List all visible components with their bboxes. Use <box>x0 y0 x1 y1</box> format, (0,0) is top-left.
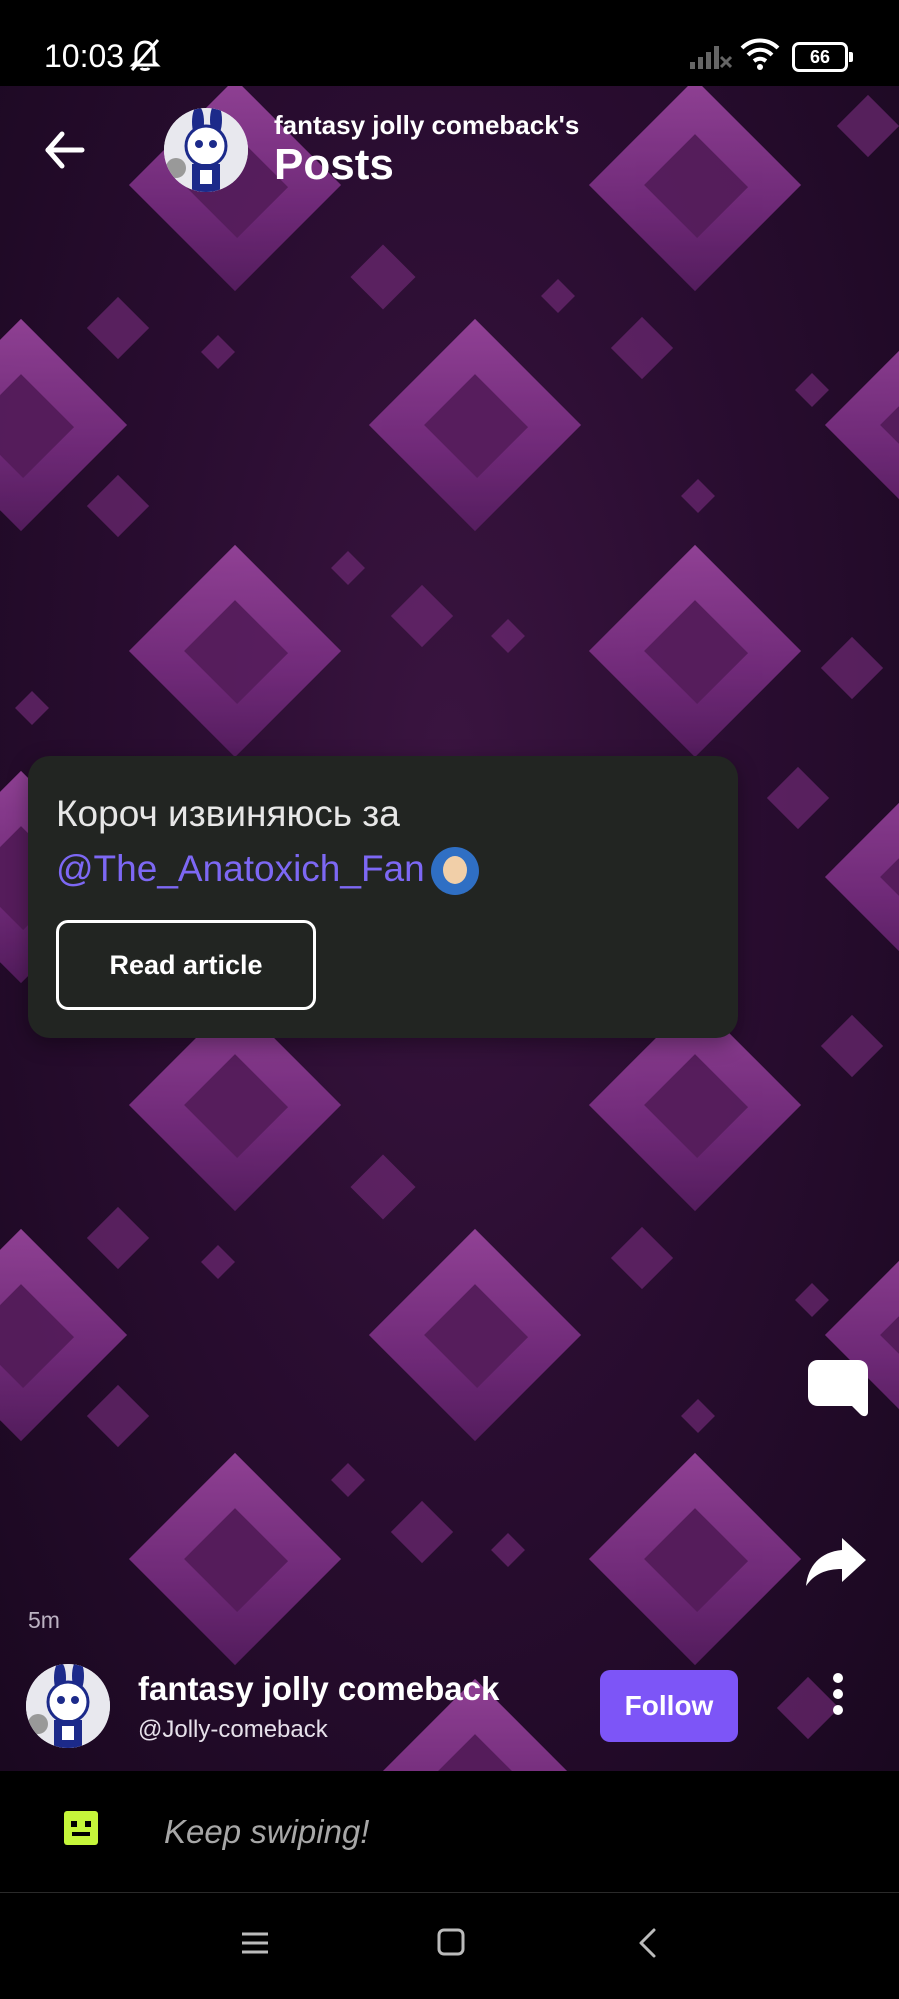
mention-link[interactable]: @The_Anatoxich_Fan <box>56 848 425 889</box>
author-handle[interactable]: @Jolly-comeback <box>138 1716 328 1744</box>
share-icon[interactable] <box>804 1536 868 1593</box>
recents-icon[interactable] <box>240 1929 270 1962</box>
keep-swiping-text: Keep swiping! <box>164 1813 370 1850</box>
page-title: Posts <box>274 140 394 189</box>
author-name[interactable]: fantasy jolly comeback <box>138 1670 499 1708</box>
posts-screen: 10:03 66 fantasy jolly comeback's Posts … <box>0 0 899 1999</box>
author-avatar[interactable] <box>26 1664 110 1748</box>
pixel-face-icon <box>64 1811 98 1845</box>
wifi-icon <box>740 38 780 75</box>
back-arrow-icon[interactable] <box>40 126 88 179</box>
more-options-icon[interactable] <box>826 1670 850 1723</box>
comment-icon[interactable] <box>806 1358 870 1429</box>
keep-swiping-banner: Keep swiping! <box>0 1771 899 1893</box>
bell-off-icon <box>128 36 162 77</box>
read-article-button[interactable]: Read article <box>56 920 316 1010</box>
mention-avatar <box>430 847 479 896</box>
header-avatar[interactable] <box>164 108 248 192</box>
system-nav-bar <box>0 1893 899 1999</box>
battery-icon: 66 <box>792 42 853 72</box>
post-card[interactable]: Короч извиняюсь за @The_Anatoxich_Fan Re… <box>28 756 738 1038</box>
header-subtitle: fantasy jolly comeback's <box>274 110 580 140</box>
system-back-icon[interactable] <box>636 1927 658 1964</box>
status-bar: 10:03 66 <box>0 0 899 86</box>
post-body: Короч извиняюсь за <box>56 793 400 834</box>
post-text: Короч извиняюсь за @The_Anatoxich_Fan <box>56 786 706 896</box>
home-icon[interactable] <box>436 1927 466 1962</box>
signal-icon <box>688 42 733 75</box>
battery-level: 66 <box>809 47 831 67</box>
follow-button[interactable]: Follow <box>600 1670 738 1742</box>
post-timestamp: 5m <box>28 1607 60 1633</box>
status-time: 10:03 <box>44 38 125 74</box>
